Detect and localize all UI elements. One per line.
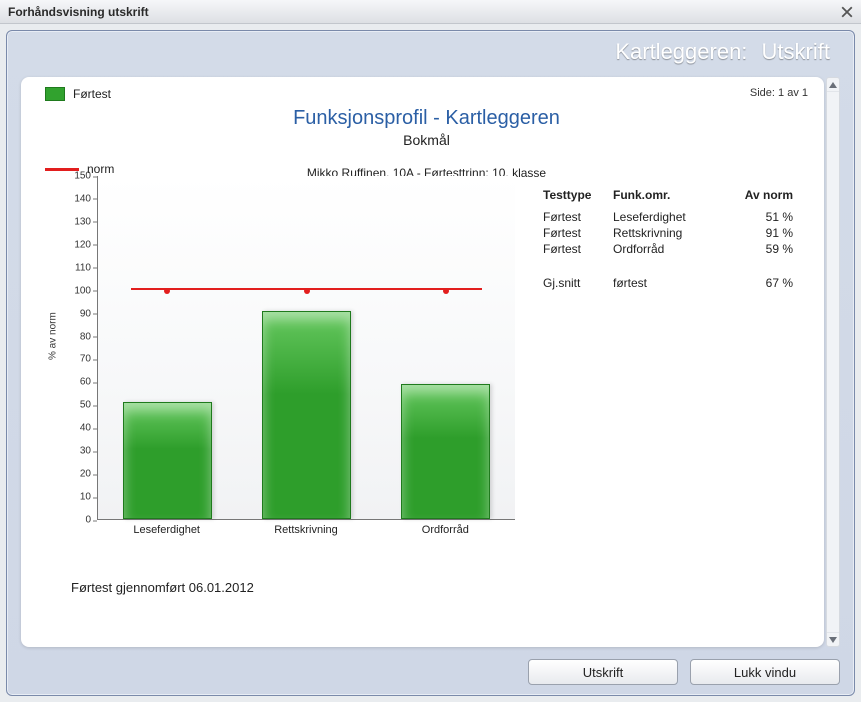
bar <box>123 402 212 519</box>
scrollbar-vertical[interactable] <box>826 77 840 647</box>
bar <box>401 384 490 519</box>
y-tick: 60 <box>45 377 91 388</box>
norm-point <box>304 288 310 294</box>
close-window-button[interactable]: Lukk vindu <box>690 659 840 685</box>
summary-table: Testtype Funk.omr. Av norm Førtest Lesef… <box>543 188 803 550</box>
th-avnorm: Av norm <box>723 188 793 202</box>
print-button[interactable]: Utskrift <box>528 659 678 685</box>
legend-label-fortest: Førtest <box>73 87 111 101</box>
y-tick: 30 <box>45 446 91 457</box>
y-tick: 0 <box>45 515 91 526</box>
panel: Kartleggeren: Utskrift Side: 1 av 1 Ført… <box>6 30 855 696</box>
x-label: Ordforråd <box>376 524 515 542</box>
norm-line <box>131 288 481 290</box>
doc-title: Funksjonsprofil - Kartleggeren <box>45 107 808 130</box>
scroll-down-icon[interactable] <box>827 632 839 646</box>
footnote: Førtest gjennomført 06.01.2012 <box>71 580 808 595</box>
th-funkomr: Funk.omr. <box>613 188 723 202</box>
print-preview-page: Side: 1 av 1 Førtest Funksjonsprofil - K… <box>21 77 824 647</box>
y-tick: 150 <box>45 171 91 182</box>
y-tick: 130 <box>45 216 91 227</box>
titlebar: Forhåndsvisning utskrift <box>0 0 861 24</box>
legend: Førtest <box>45 87 808 101</box>
table-row: Førtest Ordforråd 59 % <box>543 242 803 256</box>
x-label: Leseferdighet <box>97 524 236 542</box>
chart-plot-area <box>97 176 515 520</box>
norm-point <box>164 288 170 294</box>
y-tick: 110 <box>45 262 91 273</box>
th-testtype: Testtype <box>543 188 613 202</box>
header-label: Kartleggeren: <box>615 39 747 64</box>
window-body: Kartleggeren: Utskrift Side: 1 av 1 Ført… <box>0 24 861 702</box>
legend-swatch-fortest <box>45 87 65 101</box>
x-label: Rettskrivning <box>236 524 375 542</box>
window-title: Forhåndsvisning utskrift <box>8 5 149 19</box>
close-icon[interactable] <box>839 4 855 20</box>
scroll-up-icon[interactable] <box>827 78 839 92</box>
y-tick: 140 <box>45 193 91 204</box>
panel-header: Kartleggeren: Utskrift <box>7 31 854 69</box>
y-tick: 70 <box>45 354 91 365</box>
y-tick: 80 <box>45 331 91 342</box>
bar-chart: % av norm 010203040506070809010011012013… <box>45 170 525 550</box>
footer-buttons: Utskrift Lukk vindu <box>528 659 840 685</box>
doc-subtitle: Bokmål <box>45 132 808 148</box>
y-tick: 50 <box>45 400 91 411</box>
table-row-average: Gj.snitt førtest 67 % <box>543 276 803 290</box>
bar <box>262 311 351 519</box>
header-value: Utskrift <box>762 39 830 64</box>
y-tick: 90 <box>45 308 91 319</box>
y-tick: 120 <box>45 239 91 250</box>
y-tick: 20 <box>45 469 91 480</box>
y-tick: 10 <box>45 492 91 503</box>
y-tick: 100 <box>45 285 91 296</box>
table-row: Førtest Rettskrivning 91 % <box>543 226 803 240</box>
norm-point <box>443 288 449 294</box>
table-row: Førtest Leseferdighet 51 % <box>543 210 803 224</box>
y-tick: 40 <box>45 423 91 434</box>
